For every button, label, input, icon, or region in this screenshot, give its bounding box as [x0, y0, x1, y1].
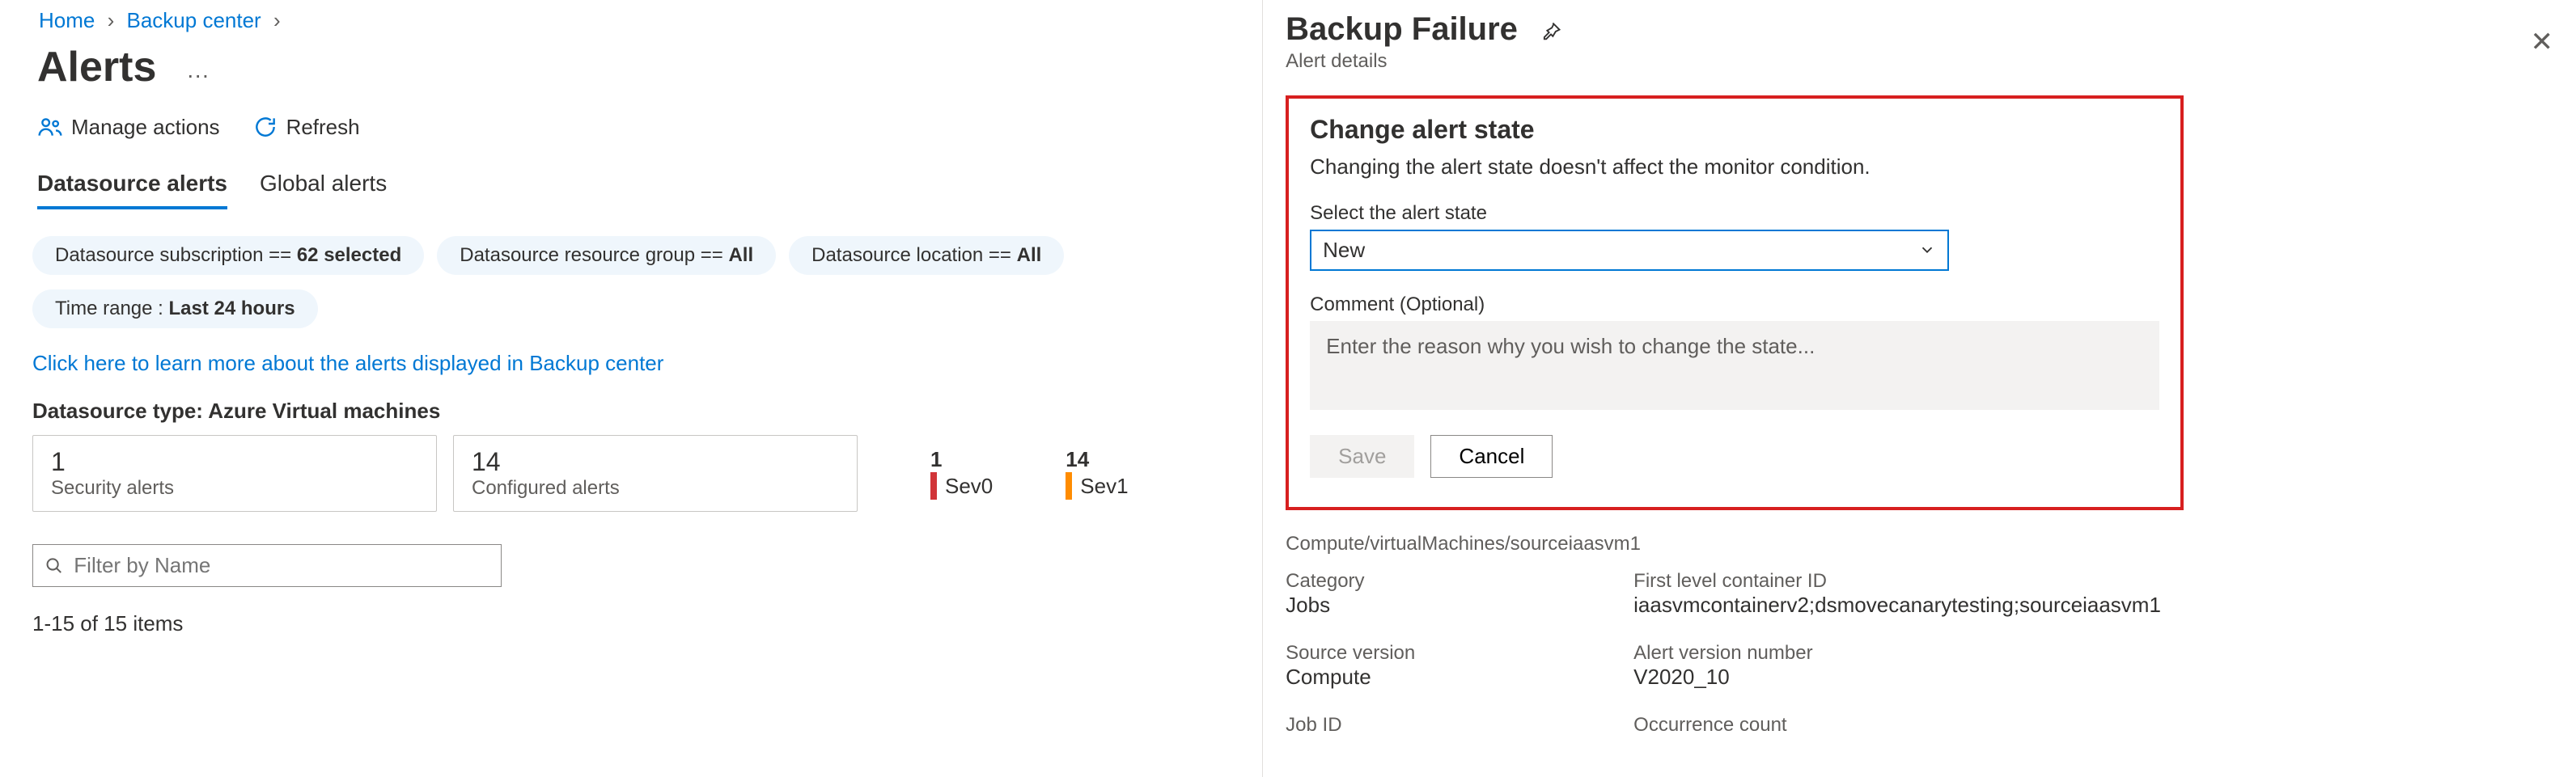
summary-row: 1 Security alerts 14 Configured alerts 1… [32, 435, 1230, 512]
chevron-down-icon [1918, 241, 1936, 259]
breadcrumb-home[interactable]: Home [39, 8, 95, 32]
sev0-count: 1 [930, 447, 993, 472]
alerts-main-pane: Home › Backup center › Alerts ··· Manage… [0, 0, 1262, 777]
chevron-right-icon: › [273, 8, 281, 32]
breadcrumb: Home › Backup center › [32, 6, 1230, 40]
refresh-label: Refresh [286, 115, 360, 140]
page-title: Alerts [37, 43, 156, 91]
filter-chip-subscription[interactable]: Datasource subscription == 62 selected [32, 236, 424, 275]
alert-details-panel: Backup Failure Alert details ✕ Change al… [1262, 0, 2576, 777]
manage-actions-label: Manage actions [71, 115, 220, 140]
sev0-label: Sev0 [945, 474, 993, 499]
panel-title: Backup Failure [1286, 11, 1518, 48]
alert-state-value: New [1323, 238, 1365, 263]
manage-actions-button[interactable]: Manage actions [37, 114, 220, 140]
comment-textarea[interactable] [1310, 321, 2159, 410]
people-icon [37, 114, 63, 140]
tabs: Datasource alerts Global alerts [32, 166, 1230, 210]
alert-state-select[interactable]: New [1310, 230, 1949, 271]
datasource-type-heading: Datasource type: Azure Virtual machines [32, 399, 1230, 424]
card-configured-alerts[interactable]: 14 Configured alerts [453, 435, 858, 512]
breadcrumb-backup-center[interactable]: Backup center [127, 8, 261, 32]
comment-label: Comment (Optional) [1310, 293, 2159, 316]
tab-global-alerts[interactable]: Global alerts [260, 171, 387, 209]
card-security-count: 1 [51, 447, 418, 477]
card-configured-label: Configured alerts [472, 477, 839, 500]
pin-icon[interactable] [1540, 20, 1562, 49]
pager-text: 1-15 of 15 items [32, 611, 1230, 636]
sev0-block: 1 Sev0 [930, 447, 993, 500]
sev1-label: Sev1 [1080, 474, 1128, 499]
card-security-label: Security alerts [51, 477, 418, 500]
meta-grid: Category Jobs First level container ID i… [1286, 570, 2553, 761]
refresh-button[interactable]: Refresh [252, 114, 360, 140]
change-alert-state-subtitle: Changing the alert state doesn't affect … [1310, 154, 2159, 179]
meta-occurrence-count: Occurrence count [1633, 714, 2553, 737]
cancel-button[interactable]: Cancel [1430, 435, 1553, 478]
card-configured-count: 14 [472, 447, 839, 477]
more-icon[interactable]: ··· [187, 62, 210, 88]
tab-datasource-alerts[interactable]: Datasource alerts [37, 171, 227, 209]
change-alert-state-title: Change alert state [1310, 115, 2159, 145]
meta-job-id: Job ID [1286, 714, 1609, 737]
chevron-right-icon: › [108, 8, 115, 32]
search-icon [44, 555, 64, 576]
panel-header: Backup Failure Alert details ✕ [1286, 11, 2553, 73]
sev1-block: 14 Sev1 [1066, 447, 1128, 500]
close-icon[interactable]: ✕ [2530, 28, 2553, 56]
save-button[interactable]: Save [1310, 435, 1414, 478]
filter-chip-time-range[interactable]: Time range : Last 24 hours [32, 289, 318, 328]
sev1-count: 14 [1066, 447, 1128, 472]
filter-chips-row-1: Datasource subscription == 62 selected D… [32, 236, 1230, 275]
filter-chip-resource-group[interactable]: Datasource resource group == All [437, 236, 776, 275]
filter-by-name-box[interactable] [32, 544, 502, 587]
meta-category: Category Jobs [1286, 570, 1609, 618]
learn-more-link[interactable]: Click here to learn more about the alert… [32, 351, 663, 376]
change-alert-state-box: Change alert state Changing the alert st… [1286, 95, 2184, 510]
filter-chip-location[interactable]: Datasource location == All [789, 236, 1064, 275]
sev1-bar-icon [1066, 472, 1072, 500]
resource-path: Compute/virtualMachines/sourceiaasvm1 [1286, 533, 2553, 555]
select-alert-state-label: Select the alert state [1310, 202, 2159, 225]
filter-by-name-input[interactable] [74, 553, 489, 578]
sev0-bar-icon [930, 472, 937, 500]
panel-subtitle: Alert details [1286, 50, 2530, 73]
button-row: Save Cancel [1310, 435, 2159, 478]
card-security-alerts[interactable]: 1 Security alerts [32, 435, 437, 512]
meta-alert-version: Alert version number V2020_10 [1633, 642, 2553, 690]
command-bar: Manage actions Refresh [32, 114, 1230, 166]
filter-chips-row-2: Time range : Last 24 hours [32, 289, 1230, 328]
meta-first-level-container: First level container ID iaasvmcontainer… [1633, 570, 2553, 618]
meta-source-version: Source version Compute [1286, 642, 1609, 690]
refresh-icon [252, 114, 278, 140]
